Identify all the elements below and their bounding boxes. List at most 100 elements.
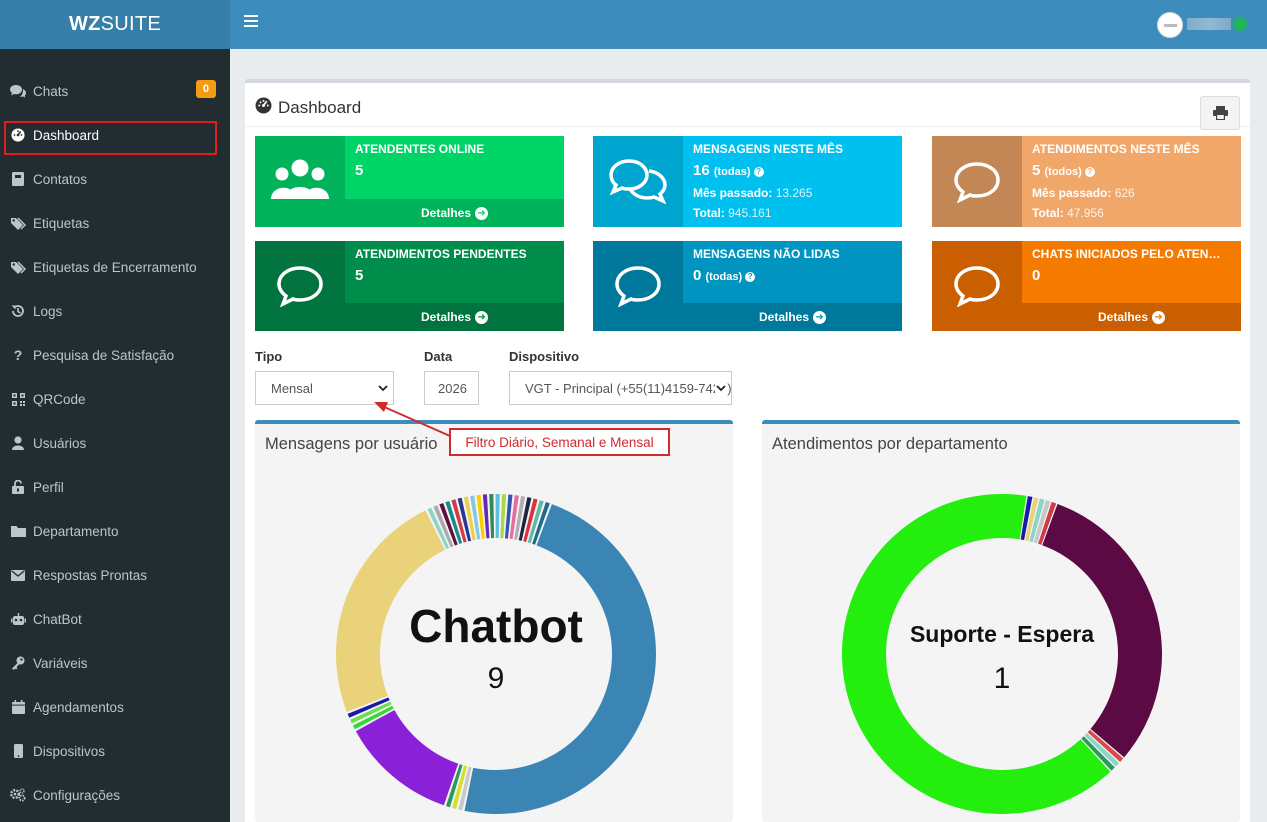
donut-slice[interactable] — [355, 709, 459, 806]
stat-value: 0 — [1032, 267, 1041, 284]
sidebar-item-dispositivos[interactable]: Dispositivos — [0, 729, 230, 773]
donut-slice[interactable] — [500, 494, 507, 539]
tipo-select-value: Mensal — [271, 380, 313, 396]
donut-chart-departments: Suporte - Espera 1 — [842, 494, 1162, 814]
sidebar-item-label: Configurações — [33, 787, 121, 803]
user-icon — [10, 435, 26, 451]
dashboard-icon — [255, 97, 272, 119]
stat-mensagens-nao-lidas: MENSAGENS NÃO LIDAS 0 (todas)? Detalhes ➜ — [593, 241, 902, 331]
chart-atendimentos-por-departamento: Atendimentos por departamento Suporte - … — [762, 420, 1240, 822]
unlock-icon — [10, 479, 26, 495]
sidebar-item-logs[interactable]: Logs — [0, 289, 230, 333]
folder-icon — [10, 523, 26, 539]
donut-center-label: Chatbot — [409, 600, 583, 652]
sidebar-item-label: ChatBot — [33, 611, 82, 627]
tipo-select[interactable]: Mensal — [255, 371, 394, 405]
tipo-label: Tipo — [255, 349, 283, 364]
arrow-circle-right-icon: ➜ — [475, 310, 489, 324]
donut-slice[interactable] — [489, 494, 495, 539]
data-input-value: 2026 — [438, 380, 467, 396]
sidebar-item-dashboard[interactable]: Dashboard — [0, 113, 230, 157]
sidebar-item-etiquetas-de-encerramento[interactable]: Etiquetas de Encerramento — [0, 245, 230, 289]
comment-icon — [932, 136, 1022, 227]
comment-icon — [593, 241, 683, 331]
details-link[interactable]: Detalhes ➜ — [683, 303, 902, 331]
print-button[interactable] — [1200, 96, 1240, 130]
tags-icon — [10, 215, 26, 231]
sidebar-item-chatbot[interactable]: ChatBot — [0, 597, 230, 641]
sidebar-item-contatos[interactable]: Contatos — [0, 157, 230, 201]
history-icon — [10, 303, 26, 319]
stat-last-month: Mês passado: 13.265 — [693, 186, 813, 200]
chevron-down-icon — [378, 385, 388, 392]
sidebar-item-qrcode[interactable]: QRCode — [0, 377, 230, 421]
donut-center-label: Suporte - Espera — [910, 621, 1094, 647]
gears-icon — [10, 787, 26, 803]
sidebar-item-chats[interactable]: Chats 0 — [0, 69, 230, 113]
online-status-icon — [1233, 17, 1247, 31]
stat-value: 5 — [355, 162, 364, 179]
details-link[interactable]: Detalhes ➜ — [1022, 303, 1241, 331]
chats-icon — [10, 83, 26, 99]
annotation-label: Filtro Diário, Semanal e Mensal — [449, 428, 670, 456]
sidebar-item-label: Chats — [33, 83, 69, 99]
chevron-down-icon — [715, 382, 727, 394]
stat-value: 5 — [355, 267, 364, 284]
data-input[interactable]: 2026 — [424, 371, 479, 405]
sidebar-item-agendamentos[interactable]: Agendamentos — [0, 685, 230, 729]
sidebar-item-respostas-prontas[interactable]: Respostas Prontas — [0, 553, 230, 597]
sidebar-item-pesquisa-de-satisfacao[interactable]: ? Pesquisa de Satisfação — [0, 333, 230, 377]
chart-mensagens-por-usuario: Mensagens por usuário Chatbot 9 — [255, 420, 733, 822]
details-link[interactable]: Detalhes ➜ — [345, 199, 564, 227]
menu-toggle-icon[interactable] — [244, 15, 258, 29]
stat-title: ATENDENTES ONLINE — [355, 142, 485, 156]
help-icon[interactable]: ? — [753, 166, 764, 177]
stat-title: ATENDIMENTOS NESTE MÊS — [1032, 142, 1200, 156]
dispositivo-select[interactable]: VGT - Principal (+55(11)4159-7421) — [509, 371, 732, 405]
sidebar-item-label: Perfil — [33, 479, 64, 495]
brand-bold: WZ — [68, 13, 101, 35]
donut-chart-users: Chatbot 9 — [336, 494, 657, 814]
mobile-icon — [10, 743, 26, 759]
comment-icon — [255, 241, 345, 331]
stat-title: MENSAGENS NÃO LIDAS — [693, 247, 840, 261]
stat-total: Total: 47.956 — [1032, 206, 1104, 220]
sidebar-item-configuracoes[interactable]: Configurações — [0, 773, 230, 817]
sidebar-item-etiquetas[interactable]: Etiquetas — [0, 201, 230, 245]
dashboard-icon — [10, 127, 26, 143]
sidebar-item-label: Variáveis — [33, 655, 88, 671]
donut-slice[interactable] — [495, 494, 500, 539]
comments-icon — [593, 136, 683, 227]
stat-title: CHATS INICIADOS PELO ATENDENTE — [1032, 247, 1227, 261]
stat-mensagens-mes: MENSAGENS NESTE MÊS 16 (todas)? Mês pass… — [593, 136, 902, 227]
question-icon: ? — [13, 347, 23, 363]
details-link[interactable]: Detalhes ➜ — [345, 303, 564, 331]
stat-chats-iniciados: CHATS INICIADOS PELO ATENDENTE 0 Detalhe… — [932, 241, 1241, 331]
contacts-icon — [10, 171, 26, 187]
app-logo[interactable]: WZ SUITE — [0, 0, 230, 49]
sidebar-item-label: Contatos — [33, 171, 88, 187]
help-icon[interactable]: ? — [1084, 166, 1095, 177]
sidebar-item-departamento[interactable]: Departamento — [0, 509, 230, 553]
sidebar-item-variaveis[interactable]: Variáveis — [0, 641, 230, 685]
user-name-blurred[interactable] — [1187, 18, 1231, 30]
sidebar-item-label: Etiquetas de Encerramento — [33, 259, 197, 275]
help-icon[interactable]: ? — [745, 271, 756, 282]
page-title-text: Dashboard — [278, 98, 362, 117]
user-avatar[interactable] — [1157, 12, 1183, 38]
donut-slice[interactable] — [464, 504, 657, 814]
sidebar-item-perfil[interactable]: Perfil — [0, 465, 230, 509]
data-label: Data — [424, 349, 453, 364]
sidebar-item-usuarios[interactable]: Usuários — [0, 421, 230, 465]
arrow-circle-right-icon: ➜ — [475, 206, 489, 220]
sidebar-item-label: Departamento — [33, 523, 119, 539]
sidebar-item-label: Respostas Prontas — [33, 567, 148, 583]
arrow-circle-right-icon: ➜ — [1152, 310, 1166, 324]
arrow-circle-right-icon: ➜ — [813, 310, 827, 324]
dispositivo-select-value: VGT - Principal (+55(11)4159-7421) — [525, 380, 732, 396]
donut-center-value: 9 — [488, 662, 505, 695]
envelope-icon — [10, 567, 26, 583]
sidebar-item-label: Etiquetas — [33, 215, 90, 231]
brand-light: SUITE — [100, 13, 162, 35]
sidebar-item-label: Logs — [33, 303, 63, 319]
